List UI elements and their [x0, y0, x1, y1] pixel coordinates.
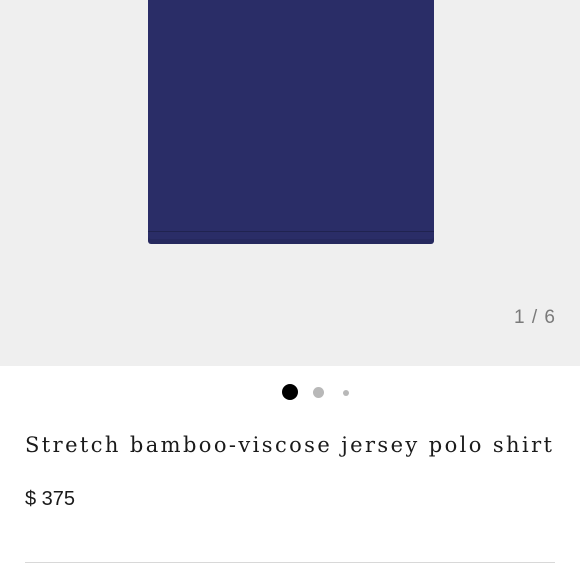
image-counter: 1 / 6 — [514, 307, 556, 328]
section-divider — [25, 562, 555, 563]
product-price: $ 375 — [25, 488, 76, 510]
shirt-hem-line — [148, 231, 434, 232]
carousel-dot-3[interactable] — [343, 390, 349, 396]
product-title: Stretch bamboo-viscose jersey polo shirt — [25, 433, 555, 457]
polo-shirt-image[interactable] — [148, 0, 434, 244]
carousel-dot-1[interactable] — [282, 384, 298, 400]
carousel-pagination — [0, 382, 580, 402]
carousel-dot-2[interactable] — [313, 387, 324, 398]
product-image-gallery[interactable]: 1 / 6 — [0, 0, 580, 366]
product-page: 1 / 6 Stretch bamboo-viscose jersey polo… — [0, 0, 580, 580]
